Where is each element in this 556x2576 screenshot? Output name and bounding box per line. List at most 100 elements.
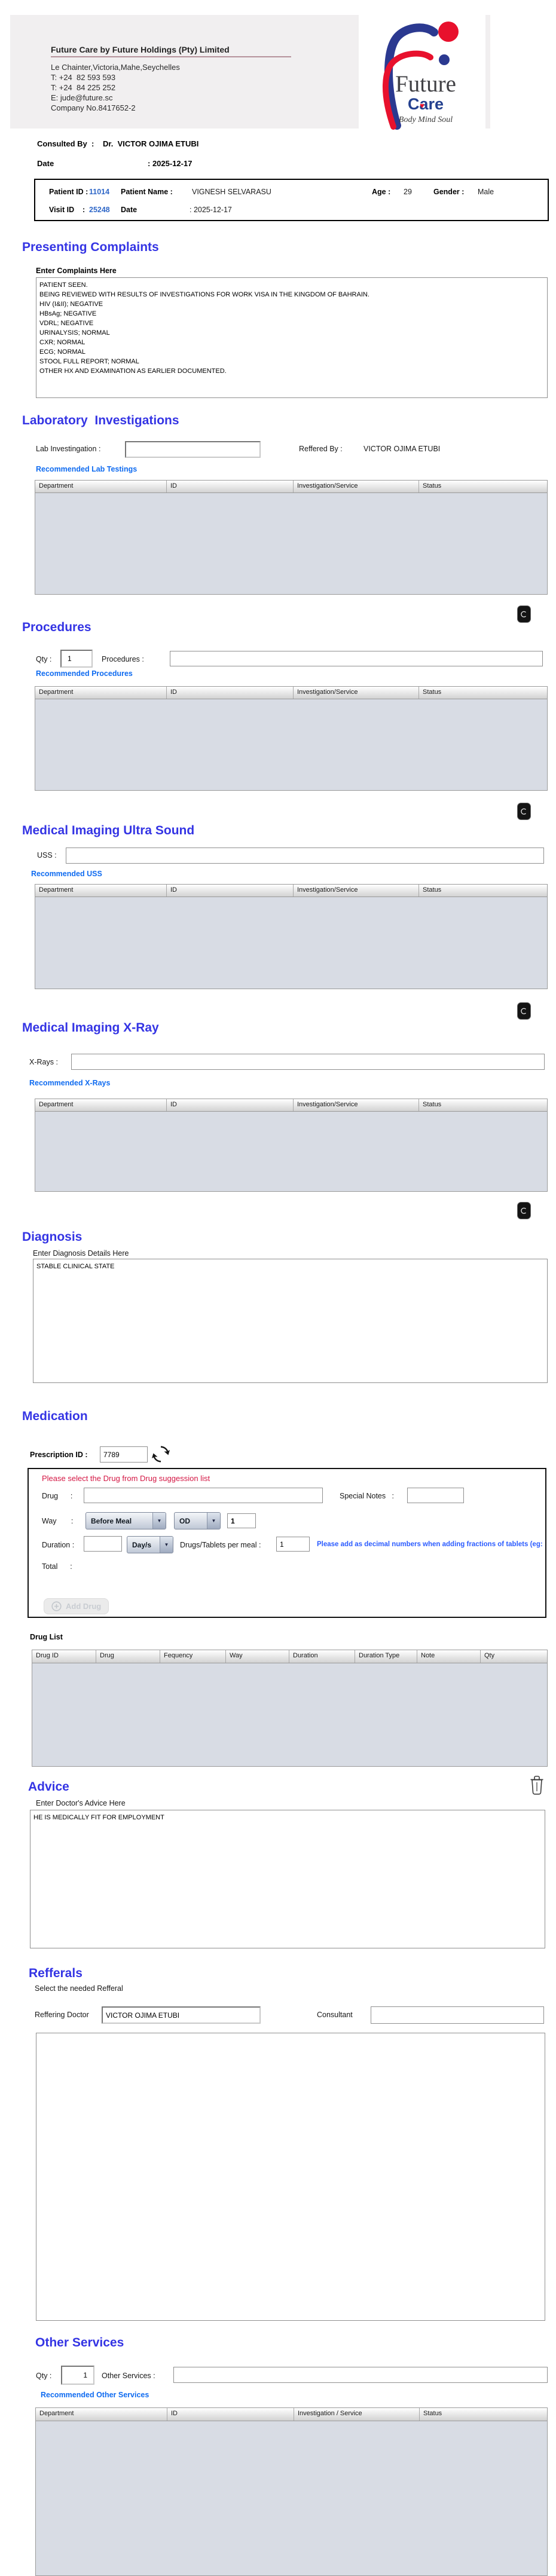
frequency-dropdown[interactable]: OD ▼ xyxy=(174,1512,221,1529)
clear-lab-table-button[interactable] xyxy=(517,605,531,626)
consulted-by-value: Dr. VICTOR OJIMA ETUBI xyxy=(103,139,199,148)
age-value: 29 xyxy=(404,188,412,196)
drug-col-duration: Duration xyxy=(289,1650,355,1663)
section-title-medication: Medication xyxy=(22,1409,88,1423)
procedures-input[interactable] xyxy=(170,651,543,666)
special-notes-input[interactable] xyxy=(407,1488,464,1503)
xray-input[interactable] xyxy=(71,1054,545,1070)
trash-icon xyxy=(517,1202,531,1219)
meal-time-value: Before Meal xyxy=(91,1516,132,1525)
section-title-other-services: Other Services xyxy=(35,2336,124,2349)
recommended-uss-label: Recommended USS xyxy=(31,870,102,878)
clear-drug-list-button[interactable] xyxy=(528,1774,545,1798)
future-care-logo-icon: Future Care ♥ Body Mind Soul xyxy=(383,22,459,130)
patient-name-label: Patient Name : xyxy=(121,188,173,196)
frequency-value: OD xyxy=(179,1516,190,1525)
drug-label: Drug : xyxy=(42,1492,73,1500)
procedures-qty-input[interactable] xyxy=(60,650,93,668)
drug-input[interactable] xyxy=(84,1488,323,1503)
lab-field-label: Lab Investingation : xyxy=(36,445,101,453)
visit-date-label: Date xyxy=(121,206,138,214)
uss-col-id: ID xyxy=(167,885,294,897)
add-drug-button[interactable]: Add Drug xyxy=(44,1598,109,1614)
consulted-by-label: Consulted By : xyxy=(37,139,94,148)
gender-label: Gender : xyxy=(433,188,465,196)
other-table-header: Department ID Investigation / Service St… xyxy=(36,2408,547,2421)
drug-list-table: Drug ID Drug Fequency Way Duration Durat… xyxy=(32,1650,548,1767)
drug-col-frequency: Fequency xyxy=(160,1650,226,1663)
clinic-email: E: jude@future.sc xyxy=(51,93,113,102)
section-title-advice: Advice xyxy=(28,1780,69,1794)
other-qty-label: Qty : xyxy=(36,2372,52,2380)
clear-xray-table-button[interactable] xyxy=(517,1201,531,1223)
recommended-procedures-label: Recommended Procedures xyxy=(36,669,133,678)
procedures-col-department: Department xyxy=(35,687,167,699)
other-col-status: Status xyxy=(423,2410,442,2417)
other-services-input[interactable] xyxy=(173,2367,548,2383)
advice-textarea[interactable]: HE IS MEDICALLY FIT FOR EMPLOYMENT xyxy=(30,1810,545,1948)
clinic-phone-2: T: +24 84 225 252 xyxy=(51,83,116,92)
drug-list-header: Drug ID Drug Fequency Way Duration Durat… xyxy=(32,1650,547,1663)
trash-icon xyxy=(517,1002,531,1020)
logo-word-care: Care xyxy=(408,95,444,113)
uss-input[interactable] xyxy=(66,848,544,864)
other-field-label: Other Services : xyxy=(102,2372,155,2380)
chevron-down-icon: ▼ xyxy=(152,1513,166,1529)
prescription-page: { "header": { "clinic_name": "Future Car… xyxy=(0,0,556,2576)
recommended-lab-label: Recommended Lab Testings xyxy=(36,465,138,473)
procedures-col-id: ID xyxy=(167,687,294,699)
refferal-list-box[interactable] xyxy=(36,2033,545,2321)
procedures-col-status: Status xyxy=(423,689,442,696)
uss-col-department: Department xyxy=(35,885,167,897)
meal-time-dropdown[interactable]: Before Meal ▼ xyxy=(85,1512,166,1529)
lab-table: Department ID Investigation/Service Stat… xyxy=(35,480,548,595)
chevron-down-icon: ▼ xyxy=(160,1537,173,1553)
lab-investigation-input[interactable] xyxy=(125,441,261,458)
duration-unit-dropdown[interactable]: Day/s ▼ xyxy=(127,1536,173,1553)
patient-name-value: VIGNESH SELVARASU xyxy=(192,188,271,196)
clinic-address-line: Le Chainter,Victoria,Mahe,Seychelles xyxy=(51,63,180,72)
duration-input[interactable] xyxy=(84,1536,122,1552)
prescription-id-input[interactable] xyxy=(100,1446,148,1463)
add-drug-label: Add Drug xyxy=(66,1602,102,1611)
lab-col-id: ID xyxy=(167,481,294,492)
uss-col-status: Status xyxy=(423,886,442,894)
uss-table: Department ID Investigation/Service Stat… xyxy=(35,884,548,989)
consult-date-label: Date xyxy=(37,159,54,168)
other-col-department: Department xyxy=(36,2408,167,2421)
per-meal-input[interactable] xyxy=(276,1537,310,1552)
diagnosis-textarea[interactable]: STABLE CLINICAL STATE xyxy=(33,1259,548,1383)
xray-field-label: X-Rays : xyxy=(29,1058,58,1066)
consultant-input[interactable] xyxy=(371,2006,544,2024)
gender-value: Male xyxy=(478,188,494,196)
reffered-by-label: Reffered By : xyxy=(299,445,343,453)
reffering-doctor-input[interactable] xyxy=(102,2006,261,2024)
diagnosis-sub-label: Enter Diagnosis Details Here xyxy=(33,1249,129,1258)
xray-col-id: ID xyxy=(167,1099,294,1111)
duration-label: Duration : xyxy=(42,1541,75,1549)
way-qty-input[interactable] xyxy=(227,1513,256,1528)
procedures-col-service: Investigation/Service xyxy=(294,687,419,699)
clinic-header: Future Care by Future Holdings (Pty) Lim… xyxy=(10,12,490,130)
procedures-qty-label: Qty : xyxy=(36,655,52,663)
reffering-doctor-label: Reffering Doctor xyxy=(35,2011,89,2019)
recommended-other-label: Recommended Other Services xyxy=(41,2391,149,2399)
refresh-prescription-button[interactable] xyxy=(152,1445,170,1466)
other-qty-input[interactable] xyxy=(61,2366,94,2385)
clinic-logo: Future Care ♥ Body Mind Soul xyxy=(359,12,485,130)
patient-info-box: Patient ID : 11014 Patient Name : VIGNES… xyxy=(34,179,549,221)
way-label: Way : xyxy=(42,1517,74,1525)
clear-procedures-table-button[interactable] xyxy=(517,802,531,824)
xray-table: Department ID Investigation/Service Stat… xyxy=(35,1099,548,1192)
uss-field-label: USS : xyxy=(37,851,57,859)
procedures-field-label: Procedures : xyxy=(102,655,144,663)
special-notes-label: Special Notes : xyxy=(340,1492,395,1500)
section-title-xray: Medical Imaging X-Ray xyxy=(22,1021,159,1035)
section-title-presenting-complaints: Presenting Complaints xyxy=(22,240,159,254)
xray-table-header: Department ID Investigation/Service Stat… xyxy=(35,1099,547,1112)
complaints-textarea[interactable]: PATIENT SEEN. BEING REVIEWED WITH RESULT… xyxy=(36,277,548,398)
heart-icon: ♥ xyxy=(420,101,424,110)
drug-col-id: Drug ID xyxy=(32,1650,96,1663)
clear-uss-table-button[interactable] xyxy=(517,1002,531,1023)
total-label: Total : xyxy=(42,1562,72,1571)
